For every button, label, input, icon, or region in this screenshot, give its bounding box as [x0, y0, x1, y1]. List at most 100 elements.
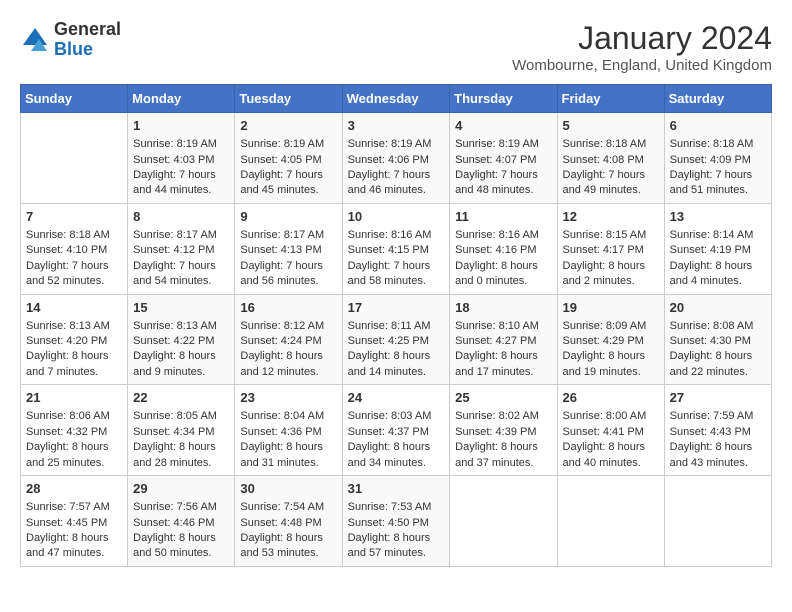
day-info: Sunset: 4:24 PM: [240, 334, 336, 349]
calendar-cell: 31 Sunrise: 7:53 AMSunset: 4:50 PMDayligh…: [342, 476, 450, 567]
day-number: 1: [133, 117, 229, 135]
calendar-cell: 27Sunrise: 7:59 AMSunset: 4:43 PMDayligh…: [664, 385, 771, 476]
day-info: Sunrise: 8:12 AM: [240, 319, 336, 334]
day-number: 13: [670, 208, 766, 226]
day-number: 25: [455, 389, 551, 407]
day-info: and 49 minutes.: [563, 183, 659, 198]
day-number: 15: [133, 299, 229, 317]
day-info: and 53 minutes.: [240, 546, 336, 561]
day-info: Sunset: 4:48 PM: [240, 516, 336, 531]
day-number: 6: [670, 117, 766, 135]
day-info: and 7 minutes.: [26, 365, 122, 380]
day-info: Sunset: 4:30 PM: [670, 334, 766, 349]
day-info: Sunset: 4:07 PM: [455, 153, 551, 168]
calendar-cell: 22Sunrise: 8:05 AMSunset: 4:34 PMDayligh…: [128, 385, 235, 476]
calendar-week-1: 1Sunrise: 8:19 AMSunset: 4:03 PMDaylight…: [21, 113, 772, 204]
day-info: Daylight: 8 hours: [348, 440, 445, 455]
day-info: Sunrise: 8:19 AM: [348, 137, 445, 152]
day-info: Sunrise: 8:18 AM: [26, 228, 122, 243]
day-info: Sunrise: 8:14 AM: [670, 228, 766, 243]
day-number: 31: [348, 480, 445, 498]
day-info: Sunset: 4:34 PM: [133, 425, 229, 440]
day-info: Sunset: 4:27 PM: [455, 334, 551, 349]
day-info: Sunrise: 8:04 AM: [240, 409, 336, 424]
calendar-cell: [450, 476, 557, 567]
day-info: Sunset: 4:06 PM: [348, 153, 445, 168]
day-info: Sunset: 4:16 PM: [455, 243, 551, 258]
calendar-cell: 18Sunrise: 8:10 AMSunset: 4:27 PMDayligh…: [450, 294, 557, 385]
day-info: and 44 minutes.: [133, 183, 229, 198]
day-info: Daylight: 8 hours: [240, 531, 336, 546]
day-info: Daylight: 7 hours: [348, 168, 445, 183]
header-day-tuesday: Tuesday: [235, 85, 342, 113]
day-info: Daylight: 7 hours: [240, 259, 336, 274]
day-info: Daylight: 7 hours: [133, 259, 229, 274]
day-info: and 40 minutes.: [563, 456, 659, 471]
day-number: 22: [133, 389, 229, 407]
day-info: Sunrise: 8:15 AM: [563, 228, 659, 243]
day-info: and 51 minutes.: [670, 183, 766, 198]
day-info: Sunset: 4:17 PM: [563, 243, 659, 258]
calendar-cell: 30Sunrise: 7:54 AMSunset: 4:48 PMDayligh…: [235, 476, 342, 567]
day-info: Sunrise: 8:13 AM: [133, 319, 229, 334]
day-info: Sunrise: 8:19 AM: [240, 137, 336, 152]
day-number: 11: [455, 208, 551, 226]
day-number: 27: [670, 389, 766, 407]
calendar-cell: 10Sunrise: 8:16 AMSunset: 4:15 PMDayligh…: [342, 203, 450, 294]
day-info: Daylight: 8 hours: [670, 259, 766, 274]
calendar-cell: [21, 113, 128, 204]
calendar-cell: 5Sunrise: 8:18 AMSunset: 4:08 PMDaylight…: [557, 113, 664, 204]
day-number: 16: [240, 299, 336, 317]
day-info: Sunset: 4:13 PM: [240, 243, 336, 258]
day-info: and 45 minutes.: [240, 183, 336, 198]
day-info: Sunrise: 8:18 AM: [563, 137, 659, 152]
day-number: 8: [133, 208, 229, 226]
day-info: Daylight: 8 hours: [563, 440, 659, 455]
day-info: Daylight: 7 hours: [240, 168, 336, 183]
day-info: Sunset: 4:20 PM: [26, 334, 122, 349]
day-info: Daylight: 8 hours: [455, 349, 551, 364]
day-number: 18: [455, 299, 551, 317]
logo-text: General Blue: [54, 20, 121, 60]
day-info: and 46 minutes.: [348, 183, 445, 198]
day-number: 7: [26, 208, 122, 226]
day-info: Sunrise: 7:57 AM: [26, 500, 122, 515]
day-info: and 25 minutes.: [26, 456, 122, 471]
day-info: and 31 minutes.: [240, 456, 336, 471]
day-info: Sunrise: 8:16 AM: [455, 228, 551, 243]
day-info: Daylight: 8 hours: [240, 349, 336, 364]
day-info: Sunset: 4:43 PM: [670, 425, 766, 440]
day-number: 9: [240, 208, 336, 226]
day-info: Sunset: 4:50 PM: [348, 516, 445, 531]
day-number: 17: [348, 299, 445, 317]
day-info: and 9 minutes.: [133, 365, 229, 380]
day-info: Sunrise: 8:09 AM: [563, 319, 659, 334]
day-number: 10: [348, 208, 445, 226]
day-number: 28: [26, 480, 122, 498]
day-number: 5: [563, 117, 659, 135]
day-info: Daylight: 7 hours: [455, 168, 551, 183]
day-info: and 57 minutes.: [348, 546, 445, 561]
page-header: General Blue January 2024 Wombourne, Eng…: [20, 20, 772, 74]
calendar-cell: 21Sunrise: 8:06 AMSunset: 4:32 PMDayligh…: [21, 385, 128, 476]
day-info: Daylight: 8 hours: [348, 531, 445, 546]
month-title: January 2024: [512, 20, 772, 57]
day-info: Sunrise: 8:00 AM: [563, 409, 659, 424]
day-info: Daylight: 8 hours: [240, 440, 336, 455]
day-number: 12: [563, 208, 659, 226]
day-info: and 19 minutes.: [563, 365, 659, 380]
day-info: Sunrise: 8:18 AM: [670, 137, 766, 152]
day-number: 30: [240, 480, 336, 498]
calendar-cell: 17Sunrise: 8:11 AMSunset: 4:25 PMDayligh…: [342, 294, 450, 385]
calendar-cell: 1Sunrise: 8:19 AMSunset: 4:03 PMDaylight…: [128, 113, 235, 204]
calendar-cell: 24Sunrise: 8:03 AMSunset: 4:37 PMDayligh…: [342, 385, 450, 476]
calendar-cell: [557, 476, 664, 567]
day-number: 3: [348, 117, 445, 135]
day-info: Sunrise: 7:53 AM: [348, 500, 445, 515]
day-info: and 22 minutes.: [670, 365, 766, 380]
calendar-week-3: 14Sunrise: 8:13 AMSunset: 4:20 PMDayligh…: [21, 294, 772, 385]
day-info: Daylight: 8 hours: [26, 349, 122, 364]
calendar-cell: 12Sunrise: 8:15 AMSunset: 4:17 PMDayligh…: [557, 203, 664, 294]
day-info: Sunset: 4:22 PM: [133, 334, 229, 349]
day-info: Daylight: 7 hours: [133, 168, 229, 183]
